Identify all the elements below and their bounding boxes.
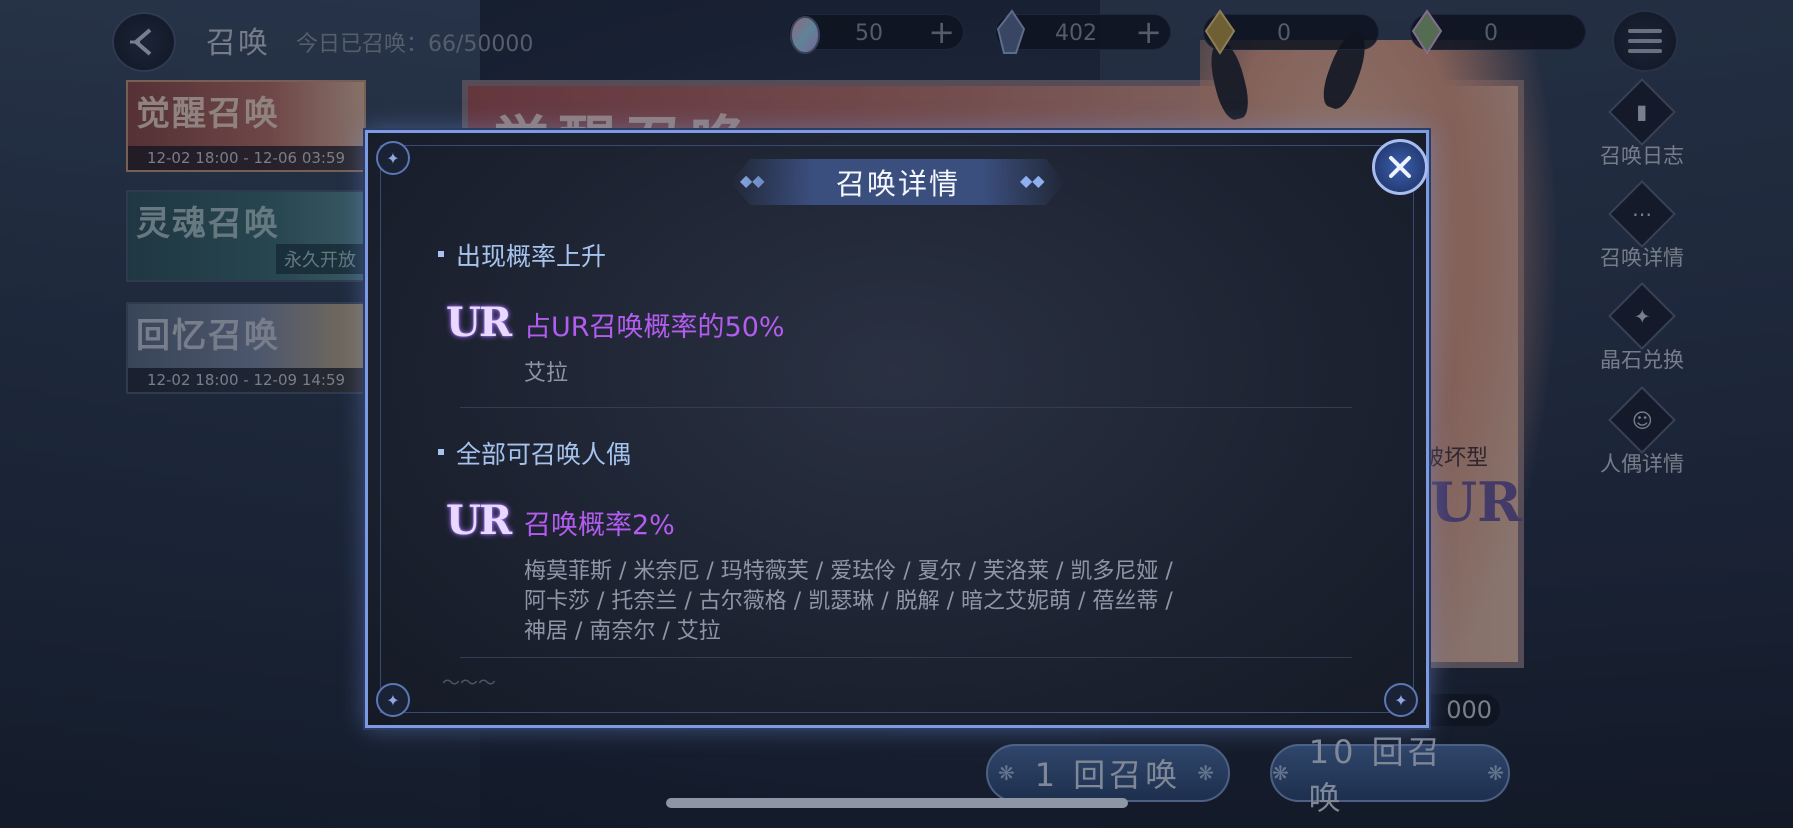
section-all-characters-heading: 全部可召唤人偶 (438, 435, 631, 471)
section-divider (460, 407, 1352, 408)
rate-up-probability: 占UR召唤概率的50% (524, 312, 785, 343)
dialog-title: 召唤详情 (835, 167, 960, 201)
close-button[interactable] (1372, 139, 1428, 195)
summon-details-dialog: ✦ ✦ ✦ ◆◆ 召唤详情 ◆◆ 出现概率上升 UR 占UR召唤概率的50% 艾… (365, 130, 1429, 728)
ur-rarity-badge: UR (446, 299, 512, 346)
summon-probability: 召唤概率2% (524, 510, 675, 541)
rate-up-character-list: 艾拉 (524, 361, 569, 386)
section-divider (460, 657, 1352, 658)
section-rate-up-heading: 出现概率上升 (438, 237, 606, 273)
bullet-icon (438, 449, 444, 455)
bullet-icon (438, 251, 444, 257)
next-section-hint: 〜〜〜 (442, 673, 496, 694)
character-list-line: 神居 / 南奈尔 / 艾拉 (524, 619, 721, 644)
section-heading-text: 全部可召唤人偶 (456, 440, 632, 469)
close-icon (1389, 156, 1411, 178)
title-ornament-icon: ◆◆ (1020, 171, 1045, 190)
all-character-list: 梅莫菲斯 / 米奈厄 / 玛特薇芙 / 爱珐伶 / 夏尔 / 芙洛莱 / 凯多尼… (524, 557, 1304, 647)
dialog-title-bar: 召唤详情 (730, 159, 1066, 205)
section-heading-text: 出现概率上升 (456, 242, 607, 271)
character-list-line: 阿卡莎 / 托奈兰 / 古尔薇格 / 凯瑟琳 / 脱解 / 暗之艾妮萌 / 蓓丝… (524, 589, 1173, 614)
corner-ornament-icon: ✦ (376, 683, 410, 717)
home-indicator[interactable] (666, 798, 1128, 808)
corner-ornament-icon: ✦ (1384, 683, 1418, 717)
ur-rarity-badge: UR (446, 497, 512, 544)
character-list-line: 梅莫菲斯 / 米奈厄 / 玛特薇芙 / 爱珐伶 / 夏尔 / 芙洛莱 / 凯多尼… (524, 559, 1173, 584)
corner-ornament-icon: ✦ (376, 141, 410, 175)
